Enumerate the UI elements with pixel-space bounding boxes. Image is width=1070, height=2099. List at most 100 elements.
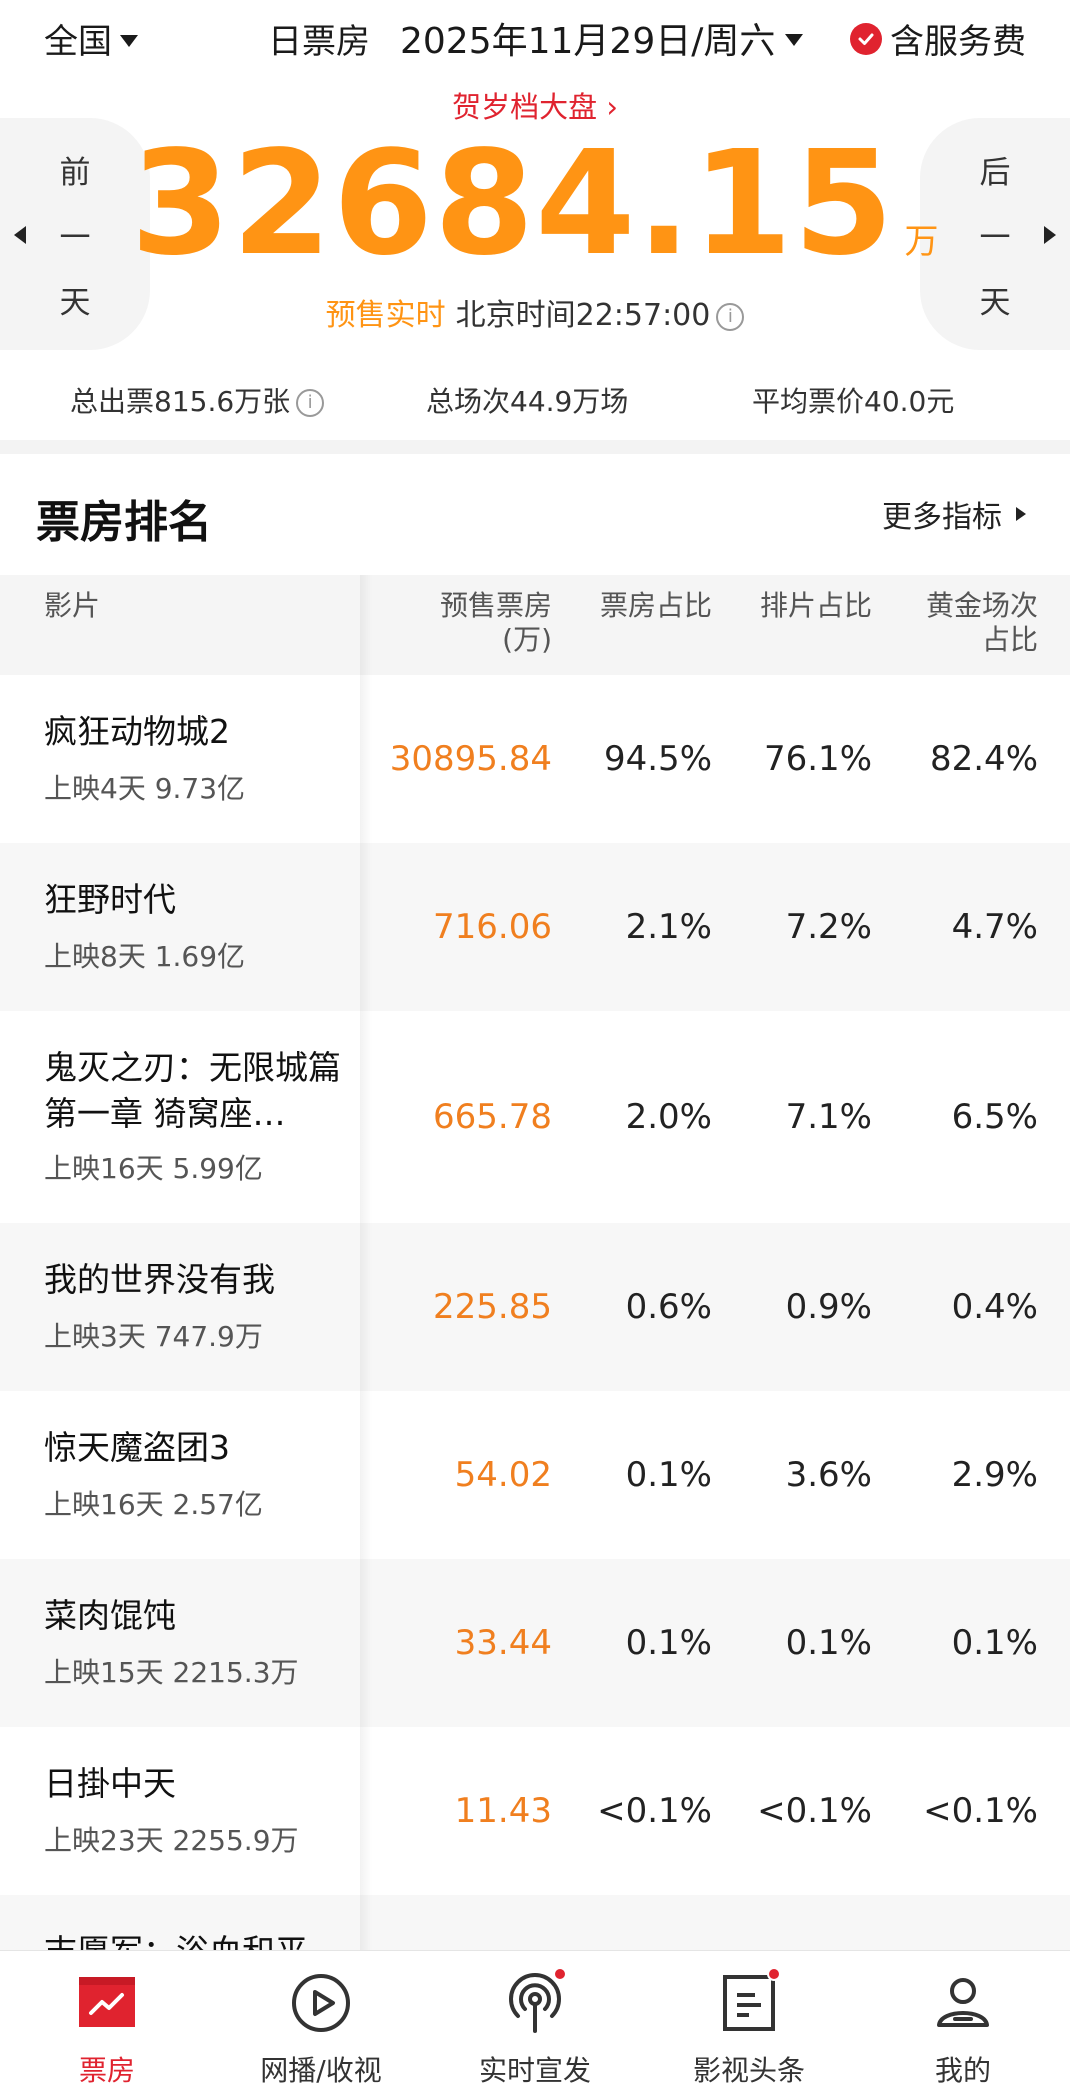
golden-share-value: 0.4%: [951, 1287, 1038, 1327]
film-meta: 上映16天 5.99亿: [44, 1152, 263, 1185]
nav-label: 影视头条: [692, 2054, 805, 2087]
film-meta: 上映4天 9.73亿: [44, 772, 246, 805]
stats-row: 总出票815.6万张 i 总场次44.9万场 平均票价40.0元: [0, 380, 1070, 440]
tickets-label: 总出票815.6万张: [70, 385, 291, 418]
film-meta: 上映8天 1.69亿: [44, 940, 246, 973]
box-office-page: 全国 日票房 2025年11月29日/周六 含服务费 前 一 天 后 一 天 贺…: [0, 0, 1070, 2099]
user-icon: [931, 1971, 995, 2035]
table-row[interactable]: 狂野时代 上映8天 1.69亿 716.06 2.1% 7.2% 4.7%: [0, 843, 1070, 1011]
col-golden-share[interactable]: 黄金场次 占比: [926, 589, 1038, 657]
col-golden-line1: 黄金场次: [925, 589, 1038, 622]
nav-label: 票房: [78, 2054, 135, 2087]
nav-label: 我的: [934, 2054, 991, 2087]
col-box-office[interactable]: 预售票房 (万): [440, 589, 552, 657]
show-share-value: <0.1%: [757, 1791, 872, 1831]
play-icon: [289, 1971, 353, 2035]
col-golden-line2: 占比: [981, 623, 1038, 656]
golden-share-value: 6.5%: [951, 1097, 1038, 1137]
date-selector[interactable]: 2025年11月29日/周六: [400, 12, 804, 64]
info-icon[interactable]: i: [716, 302, 745, 331]
film-name: 狂野时代: [44, 880, 176, 919]
total-unit: 万: [904, 222, 940, 262]
film-name: 惊天魔盗团3: [44, 1428, 230, 1467]
golden-share-value: 0.1%: [951, 1623, 1038, 1663]
bo-share-value: 0.1%: [625, 1455, 712, 1495]
golden-share-value: 2.9%: [951, 1455, 1038, 1495]
section-divider: [0, 440, 1070, 454]
film-meta: 上映15天 2215.3万: [44, 1656, 299, 1689]
nav-label: 实时宣发: [478, 2054, 591, 2087]
box-office-value: 30895.84: [389, 739, 552, 779]
box-office-value: 33.44: [454, 1623, 552, 1663]
nav-item-streaming[interactable]: 网播/收视: [214, 1951, 428, 2099]
col-film: 影片: [44, 589, 101, 622]
nav-item-realtime[interactable]: 实时宣发: [428, 1951, 642, 2099]
nav-item-profile[interactable]: 我的: [856, 1951, 1070, 2099]
golden-share-value: 82.4%: [929, 739, 1038, 779]
film-name: 鬼灭之刃：无限城篇 第一章 猗窝座…: [44, 1048, 341, 1133]
chevron-down-icon: [785, 34, 804, 46]
region-label: 全国: [44, 22, 112, 62]
service-fee-label: 含服务费: [890, 22, 1026, 62]
bo-share-value: <0.1%: [597, 1791, 712, 1831]
film-name: 菜肉馄饨: [44, 1596, 176, 1635]
table-header: 影片 预售票房 (万) 票房占比 排片占比 黄金场次 占比: [0, 575, 1070, 675]
top-header: 全国 日票房 2025年11月29日/周六 含服务费: [0, 0, 1070, 76]
more-metrics-button[interactable]: 更多指标: [882, 492, 1026, 536]
total-box-office: 32684.15 万: [0, 128, 1070, 317]
total-value: 32684.15: [130, 119, 895, 287]
show-share-value: 0.9%: [785, 1287, 872, 1327]
golden-share-value: 4.7%: [951, 907, 1038, 947]
nav-item-news[interactable]: 影视头条: [642, 1951, 856, 2099]
ranking-list: 疯狂动物城2 上映4天 9.73亿 30895.84 94.5% 76.1% 8…: [0, 675, 1070, 2063]
table-row[interactable]: 我的世界没有我 上映3天 747.9万 225.85 0.6% 0.9% 0.4…: [0, 1223, 1070, 1391]
box-office-value: 225.85: [433, 1287, 552, 1327]
region-selector[interactable]: 全国: [44, 14, 138, 63]
show-share-value: 3.6%: [785, 1455, 872, 1495]
table-row[interactable]: 日掛中天 上映23天 2255.9万 11.43 <0.1% <0.1% <0.…: [0, 1727, 1070, 1895]
broadcast-icon: [503, 1967, 567, 2035]
info-icon[interactable]: i: [296, 389, 325, 417]
service-fee-toggle[interactable]: 含服务费: [850, 14, 1026, 63]
nav-item-box-office[interactable]: 票房: [0, 1951, 214, 2099]
chevron-right-icon: [1016, 507, 1026, 521]
presale-label: 预售实时: [325, 298, 446, 333]
news-icon: [717, 1967, 781, 2035]
bottom-nav: 票房 网播/收视 实时宣发 影视头条 我的: [0, 1950, 1070, 2099]
film-meta: 上映16天 2.57亿: [44, 1488, 263, 1521]
bo-share-value: 94.5%: [603, 739, 712, 779]
time-label: 北京时间22:57:00: [455, 298, 711, 333]
film-meta: 上映23天 2255.9万: [44, 1824, 299, 1857]
update-time-row: 预售实时 北京时间22:57:00 i: [0, 290, 1070, 334]
chart-icon: [75, 1971, 139, 2035]
bo-share-value: 2.0%: [625, 1097, 712, 1137]
col-box-office-line1: 预售票房: [439, 589, 552, 622]
box-office-value: 716.06: [433, 907, 552, 947]
bo-share-value: 2.1%: [625, 907, 712, 947]
table-row[interactable]: 菜肉馄饨 上映15天 2215.3万 33.44 0.1% 0.1% 0.1%: [0, 1559, 1070, 1727]
box-office-value: 665.78: [433, 1097, 552, 1137]
check-icon: [850, 22, 882, 55]
chevron-down-icon: [120, 34, 138, 47]
table-row[interactable]: 疯狂动物城2 上映4天 9.73亿 30895.84 94.5% 76.1% 8…: [0, 675, 1070, 843]
film-name: 我的世界没有我: [44, 1260, 275, 1299]
col-box-office-line2: (万): [502, 623, 552, 656]
col-show-share[interactable]: 排片占比: [760, 589, 872, 623]
more-metrics-label: 更多指标: [882, 500, 1002, 535]
film-name: 疯狂动物城2: [44, 712, 230, 751]
ranking-title: 票房排名: [36, 497, 212, 548]
bo-share-value: 0.1%: [625, 1623, 712, 1663]
show-share-value: 0.1%: [785, 1623, 872, 1663]
col-bo-share[interactable]: 票房占比: [600, 589, 712, 623]
table-row[interactable]: 鬼灭之刃：无限城篇 第一章 猗窝座… 上映16天 5.99亿 665.78 2.…: [0, 1011, 1070, 1223]
golden-share-value: <0.1%: [923, 1791, 1038, 1831]
shows-stat: 总场次44.9万场: [426, 385, 629, 418]
table-row[interactable]: 惊天魔盗团3 上映16天 2.57亿 54.02 0.1% 3.6% 2.9%: [0, 1391, 1070, 1559]
notification-dot: [553, 1967, 567, 1981]
date-label: 2025年11月29日/周六: [400, 21, 776, 62]
show-share-value: 7.1%: [785, 1097, 872, 1137]
avg-price-stat: 平均票价40.0元: [752, 385, 955, 418]
box-office-type[interactable]: 日票房: [268, 14, 370, 63]
bo-share-value: 0.6%: [625, 1287, 712, 1327]
show-share-value: 7.2%: [785, 907, 872, 947]
